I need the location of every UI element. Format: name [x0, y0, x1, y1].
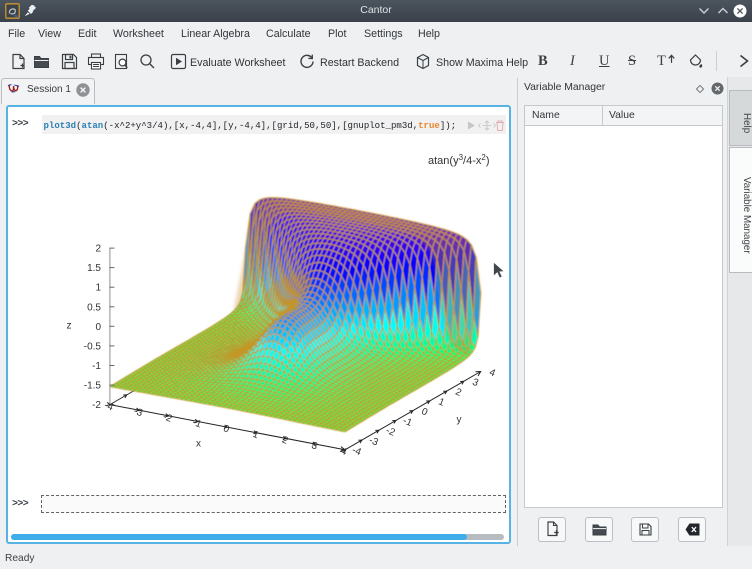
svg-text:atan(y3/4-x2): atan(y3/4-x2) [428, 153, 490, 167]
svg-text:1: 1 [95, 283, 101, 294]
svg-text:-0.5: -0.5 [84, 341, 102, 352]
svg-text:0.5: 0.5 [87, 302, 101, 313]
svg-text:-2: -2 [384, 425, 397, 439]
svg-text:-4: -4 [102, 400, 115, 414]
svg-text:-1.5: -1.5 [84, 381, 102, 392]
svg-text:-4: -4 [350, 445, 363, 459]
svg-text:y: y [457, 415, 462, 426]
svg-text:3: 3 [471, 377, 481, 389]
svg-text:-1: -1 [401, 415, 414, 429]
svg-text:z: z [67, 321, 72, 332]
svg-text:1.5: 1.5 [87, 263, 101, 274]
svg-text:-3: -3 [367, 435, 380, 449]
svg-text:0: 0 [221, 423, 231, 435]
svg-text:-2: -2 [92, 400, 101, 411]
svg-text:4: 4 [339, 446, 349, 458]
svg-text:2: 2 [454, 387, 464, 399]
svg-text:-3: -3 [132, 406, 145, 420]
svg-text:-1: -1 [92, 361, 101, 372]
svg-text:1: 1 [437, 396, 447, 408]
svg-text:3: 3 [310, 440, 320, 452]
svg-text:2: 2 [95, 244, 101, 255]
svg-text:-1: -1 [191, 417, 204, 431]
svg-text:0: 0 [420, 406, 430, 418]
svg-text:4: 4 [487, 367, 497, 379]
svg-text:1: 1 [251, 429, 261, 441]
svg-text:2: 2 [280, 435, 290, 447]
svg-text:0: 0 [95, 322, 101, 333]
svg-text:x: x [196, 439, 201, 450]
svg-text:-2: -2 [161, 411, 174, 425]
